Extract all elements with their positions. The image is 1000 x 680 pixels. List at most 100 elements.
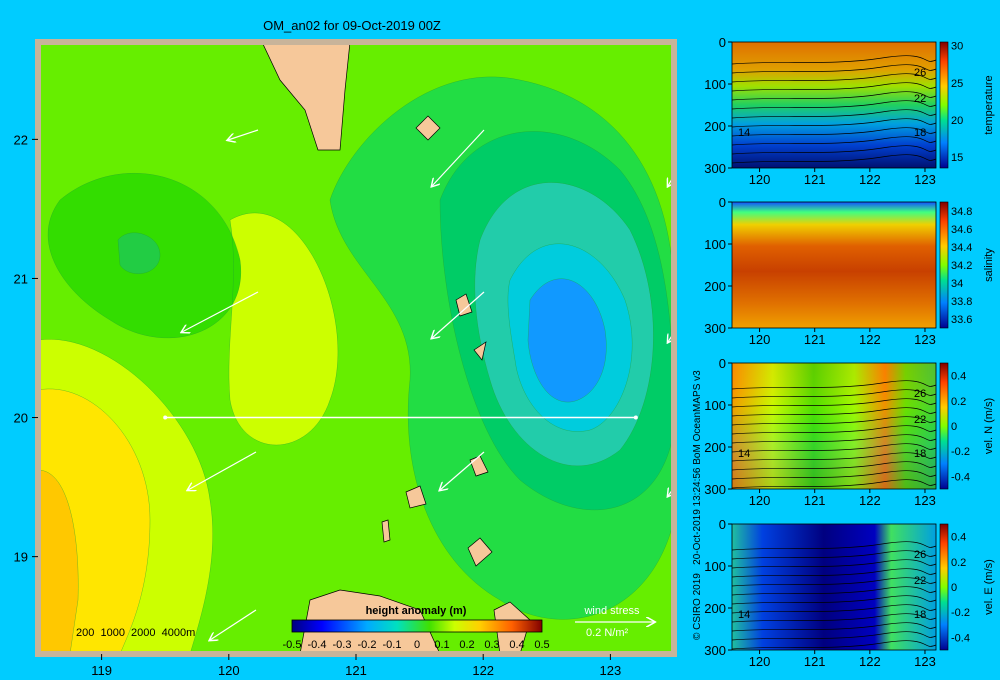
depth-tick-label: 100 — [704, 77, 726, 92]
section-panel-vel: 26 22 18 14 0 100 200 300 120 121 122 123 0.4 0.2 0 -0.… — [704, 517, 995, 669]
colorbar-tick-label: 34.4 — [951, 242, 972, 254]
depth-tick-label: 200 — [704, 119, 726, 134]
contour-label: 14 — [738, 448, 750, 460]
contour-label: 14 — [738, 609, 750, 621]
colorbar-tick-label: -0.2 — [951, 607, 970, 619]
contour-label: 22 — [914, 93, 926, 105]
panel-colorbar — [939, 41, 949, 169]
height-anomaly-colorbar — [291, 619, 543, 633]
colorbar-tick-label: -0.4 — [308, 639, 327, 651]
y-tick-label: 19 — [14, 550, 28, 565]
lon-tick-label: 122 — [859, 493, 881, 508]
lon-tick-label: 120 — [749, 654, 771, 669]
map-title: OM_an02 for 09-Oct-2019 00Z — [263, 18, 441, 33]
depth-tick-label: 0 — [719, 195, 726, 210]
colorbar-tick-label: 0.2 — [951, 396, 966, 408]
depth-tick-label: 300 — [704, 321, 726, 336]
colorbar-tick-label: 15 — [951, 152, 963, 164]
section-line-endpoint — [633, 415, 638, 420]
colorbar-tick-label: 0 — [951, 421, 957, 433]
y-tick-label: 22 — [14, 132, 28, 147]
contour-label: 26 — [914, 388, 926, 400]
colorbar-tick-label: 0 — [951, 582, 957, 594]
x-tick-label: 121 — [345, 663, 367, 678]
contour-label: 26 — [914, 549, 926, 561]
colorbar-tick-label: 0.5 — [534, 639, 549, 651]
colorbar-tick-label: -0.1 — [383, 639, 402, 651]
colorbar-tick-label: 0.2 — [459, 639, 474, 651]
map-y-ticks: 19 20 21 22 — [14, 132, 38, 565]
colorbar-tick-label: 0.4 — [509, 639, 524, 651]
colorbar-tick-label: -0.2 — [358, 639, 377, 651]
depth-tick-label: 300 — [704, 161, 726, 176]
colorbar-tick-label: 0.4 — [951, 371, 966, 383]
contour-label: 22 — [914, 575, 926, 587]
colorbar-tick-label: 0 — [414, 639, 420, 651]
lon-tick-label: 120 — [749, 332, 771, 347]
colorbar-tick-label: -0.2 — [951, 446, 970, 458]
map-x-ticks: 119 120 121 122 123 — [91, 654, 621, 678]
colorbar-tick-label: -0.3 — [333, 639, 352, 651]
colorbar-tick-label: 0.3 — [484, 639, 499, 651]
wind-stress-label: wind stress — [583, 605, 640, 617]
colorbar-tick-label: 30 — [951, 41, 963, 53]
lon-tick-label: 123 — [914, 332, 936, 347]
panel-colorbar — [939, 523, 949, 651]
y-tick-label: 21 — [14, 271, 28, 286]
credit-text: © CSIRO 2019 20-Oct-2019 13:24:56 BoM Oc… — [692, 370, 703, 640]
wind-stress-unit: 0.2 N/m² — [586, 627, 629, 639]
contour-label: 22 — [914, 414, 926, 426]
x-tick-label: 123 — [600, 663, 622, 678]
contour-label: 18 — [914, 609, 926, 621]
depth-tick-label: 200 — [704, 601, 726, 616]
lon-tick-label: 120 — [749, 493, 771, 508]
depth-tick-label: 100 — [704, 559, 726, 574]
panel-variable-label: temperature — [983, 75, 995, 134]
colorbar-tick-label: 33.6 — [951, 314, 972, 326]
colorbar-tick-label: 20 — [951, 115, 963, 127]
depth-tick-label: 300 — [704, 643, 726, 658]
contour-label: 14 — [738, 127, 750, 139]
colorbar-title: height anomaly (m) — [366, 605, 467, 617]
depth-tick-label: 0 — [719, 517, 726, 532]
section-panels: 26 22 18 14 0 100 200 300 120 121 122 123 30 25 20 15 te… — [704, 35, 995, 669]
x-tick-label: 122 — [472, 663, 494, 678]
figure: OM_an02 for 09-Oct-2019 00Z 119 120 121 122… — [14, 18, 995, 678]
x-tick-label: 120 — [218, 663, 240, 678]
colorbar-tick-label: -0.5 — [283, 639, 302, 651]
y-tick-label: 20 — [14, 411, 28, 426]
colorbar-tick-label: 0.2 — [951, 557, 966, 569]
panel-variable-label: vel. N (m/s) — [983, 398, 995, 454]
section-panel-temperature: 26 22 18 14 0 100 200 300 120 121 122 123 30 25 20 15 te… — [704, 35, 995, 187]
lon-tick-label: 121 — [804, 172, 826, 187]
lon-tick-label: 123 — [914, 654, 936, 669]
lon-tick-label: 123 — [914, 493, 936, 508]
panel-colorbar — [939, 362, 949, 490]
lon-tick-label: 121 — [804, 654, 826, 669]
height-anomaly-field — [38, 42, 674, 654]
colorbar-tick-label: 34.8 — [951, 206, 972, 218]
depth-tick-label: 0 — [719, 356, 726, 371]
section-line-endpoint — [163, 415, 168, 420]
lon-tick-label: 122 — [859, 654, 881, 669]
depth-tick-label: 0 — [719, 35, 726, 50]
depth-tick-label: 300 — [704, 482, 726, 497]
panel-colorbar — [939, 201, 949, 329]
lon-tick-label: 120 — [749, 172, 771, 187]
colorbar-tick-label: 33.8 — [951, 296, 972, 308]
colorbar-tick-label: 25 — [951, 78, 963, 90]
colorbar-ticks: -0.5 -0.4 -0.3 -0.2 -0.1 0 0.1 0.2 0.3 0.4 0.5 — [283, 639, 550, 651]
depth-tick-label: 100 — [704, 398, 726, 413]
colorbar-tick-label: 0.1 — [434, 639, 449, 651]
panel-field — [732, 42, 936, 168]
panel-field — [732, 202, 936, 328]
contour-label: 18 — [914, 448, 926, 460]
contour-label: 26 — [914, 67, 926, 79]
depth-tick-label: 200 — [704, 279, 726, 294]
depth-legend: 200 1000 2000 4000m — [76, 627, 195, 639]
lon-tick-label: 122 — [859, 332, 881, 347]
depth-tick-label: 200 — [704, 440, 726, 455]
colorbar-tick-label: 34.2 — [951, 260, 972, 272]
contour-label: 18 — [914, 127, 926, 139]
lon-tick-label: 121 — [804, 493, 826, 508]
